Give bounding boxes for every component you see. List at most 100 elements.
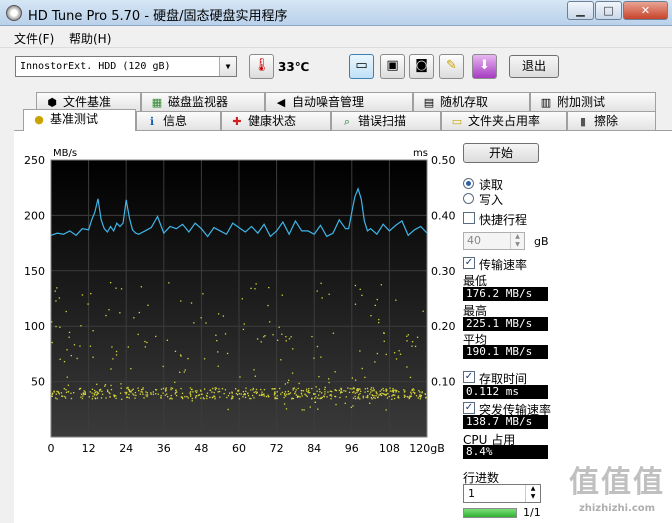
access-time-point xyxy=(180,300,182,302)
access-time-point xyxy=(407,334,409,336)
access-time-point xyxy=(146,394,149,396)
minimize-button[interactable]: ▁ xyxy=(567,1,594,20)
access-time-point xyxy=(89,391,91,393)
tab-label: 健康状态 xyxy=(248,114,297,128)
access-time-point xyxy=(216,339,218,342)
access-time-point xyxy=(212,396,214,398)
access-time-point xyxy=(170,387,172,389)
access-time-point xyxy=(194,390,197,392)
access-time-point xyxy=(219,396,221,398)
access-time-point xyxy=(128,397,130,399)
access-time-point xyxy=(370,391,372,393)
access-time-point xyxy=(317,408,319,410)
access-time-point xyxy=(51,321,53,323)
burst-rate-checkbox[interactable]: ✓ xyxy=(463,402,475,414)
drive-select[interactable]: InnostorExt. HDD (120 gB) ▼ xyxy=(15,56,237,77)
access-time-point xyxy=(133,317,135,319)
access-time-point xyxy=(84,391,86,393)
access-time-point xyxy=(357,390,359,392)
access-time-point xyxy=(260,341,262,343)
thermometer-icon[interactable]: 🌡 xyxy=(249,54,274,79)
access-time-point xyxy=(73,344,76,346)
tab-erase[interactable]: ▮ 擦除 xyxy=(567,111,656,130)
write-radio[interactable] xyxy=(463,193,474,204)
access-time-point xyxy=(419,398,421,400)
access-time-point xyxy=(297,387,299,390)
tab-folder-usage[interactable]: ▭ 文件夹占用率 xyxy=(441,111,567,130)
transfer-rate-checkbox[interactable]: ✓ xyxy=(463,257,475,269)
stepper-arrows-icon[interactable]: ▲ ▼ xyxy=(525,485,540,502)
tab-label: 错误扫描 xyxy=(358,114,407,128)
access-time-point xyxy=(128,393,130,396)
access-time-point xyxy=(124,391,126,394)
access-time-checkbox[interactable]: ✓ xyxy=(463,371,475,383)
save-down-arrow-icon[interactable]: ⬇ xyxy=(472,54,497,79)
tab-extra-tests[interactable]: ▥ 附加测试 xyxy=(530,92,656,111)
access-time-point xyxy=(141,391,144,393)
access-time-point xyxy=(58,297,61,299)
access-time-point xyxy=(264,335,266,337)
tab-noise-management[interactable]: ◀ 自动噪音管理 xyxy=(265,92,413,111)
access-time-point xyxy=(261,391,263,393)
access-time-point xyxy=(415,395,418,397)
access-time-point xyxy=(359,398,361,400)
tab-info[interactable]: ℹ 信息 xyxy=(136,111,221,130)
stepper-arrows-icon[interactable]: ▲ ▼ xyxy=(510,233,524,249)
read-radio[interactable] xyxy=(463,178,474,189)
access-time-point xyxy=(406,335,408,337)
access-time-point xyxy=(127,346,129,348)
tab-random-access[interactable]: ▤ 随机存取 xyxy=(413,92,530,111)
access-time-point xyxy=(332,332,335,334)
copy-text-icon[interactable]: ▭ xyxy=(349,54,374,79)
access-time-point xyxy=(389,390,392,392)
access-time-point xyxy=(292,397,295,400)
access-time-point xyxy=(316,390,318,392)
options-icon[interactable]: ✎ xyxy=(439,54,464,79)
tab-label: 文件基准 xyxy=(63,95,112,109)
access-time-point xyxy=(51,341,53,344)
chevron-down-icon[interactable]: ▼ xyxy=(219,57,236,76)
access-time-point xyxy=(217,351,219,353)
access-time-point xyxy=(200,397,202,399)
access-time-point xyxy=(227,394,230,397)
close-button[interactable]: ✕ xyxy=(623,1,668,20)
tab-error-scan[interactable]: ⌕ 错误扫描 xyxy=(331,111,441,130)
short-stroke-unit: gB xyxy=(534,235,549,248)
short-stroke-checkbox[interactable] xyxy=(463,212,475,224)
access-time-point xyxy=(247,392,249,395)
access-time-point xyxy=(398,391,400,393)
menu-file[interactable]: 文件(F) xyxy=(14,30,54,47)
access-time-point xyxy=(406,340,408,342)
min-value: 176.2 MB/s xyxy=(463,287,548,301)
short-stroke-stepper[interactable]: 40 ▲ ▼ xyxy=(463,232,525,250)
access-time-point xyxy=(345,396,347,398)
access-time-point xyxy=(276,395,278,397)
access-time-point xyxy=(250,397,252,400)
access-time-point xyxy=(269,321,271,323)
access-time-point xyxy=(362,395,364,397)
access-time-point xyxy=(311,387,313,390)
access-time-point xyxy=(364,391,366,393)
menu-help[interactable]: 帮助(H) xyxy=(69,30,111,47)
exit-button[interactable]: 退出 xyxy=(509,55,559,78)
access-time-point xyxy=(365,396,367,398)
access-time-point xyxy=(205,322,207,324)
start-button[interactable]: 开始 xyxy=(463,143,539,163)
maximize-button[interactable]: □ xyxy=(595,1,622,20)
access-time-point xyxy=(189,391,192,393)
access-time-point xyxy=(408,397,410,400)
tab-disk-monitor[interactable]: ▦ 磁盘监视器 xyxy=(141,92,265,111)
access-time-point xyxy=(367,396,369,399)
progress-fill xyxy=(464,509,516,517)
access-time-point xyxy=(360,390,362,392)
access-time-point xyxy=(106,389,109,391)
access-time-point xyxy=(253,391,255,394)
access-time-point xyxy=(203,388,206,390)
tab-benchmark[interactable]: ● 基准测试 xyxy=(23,109,136,131)
access-time-point xyxy=(55,325,57,328)
passes-stepper[interactable]: 1 ▲ ▼ xyxy=(463,484,541,503)
screenshot-camera-icon[interactable]: ◙ xyxy=(409,54,434,79)
tab-health[interactable]: ✚ 健康状态 xyxy=(221,111,331,130)
copy-clipboard-icon[interactable]: ▣ xyxy=(380,54,405,79)
x-tick-label: 108 xyxy=(379,442,400,455)
